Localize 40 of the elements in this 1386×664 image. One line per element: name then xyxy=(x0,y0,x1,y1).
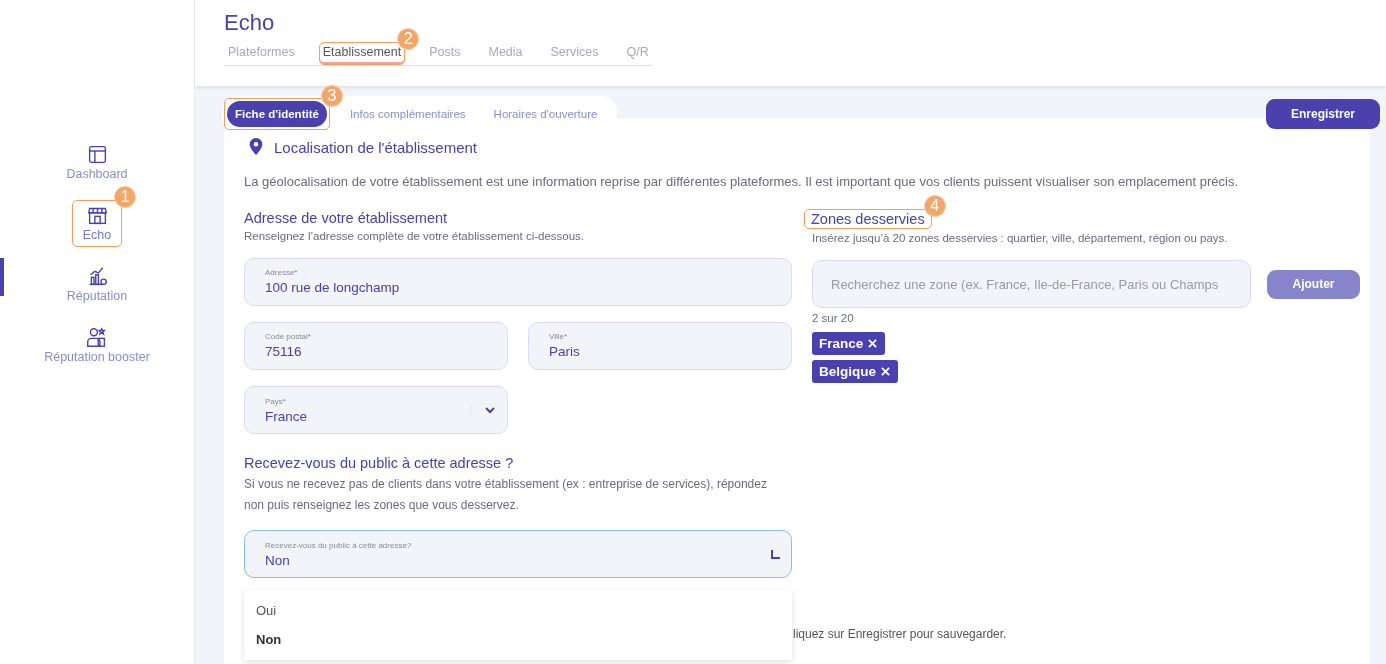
input-field[interactable]: Code postal* 75116 xyxy=(244,322,508,370)
zones-subtitle: Insérez jusqu’à 20 zones desservies : quartier, ville, département, région ou pays. xyxy=(812,232,1229,244)
zone-chip: Belgique xyxy=(812,360,898,383)
address-heading: Adresse de votre établissement xyxy=(244,209,449,227)
answer-select[interactable]: Recevez-vous du public à cette adresse? Non xyxy=(244,530,792,578)
sub-tab[interactable]: Fiche d'identité xyxy=(227,101,327,127)
zone-chip: France xyxy=(812,332,886,355)
close-icon[interactable] xyxy=(868,339,878,348)
sub-tab[interactable]: Infos complémentaires xyxy=(341,101,474,127)
tab[interactable]: Q/R xyxy=(622,42,653,65)
country-select[interactable]: Pays* France xyxy=(244,386,508,434)
zone-count: 2 sur 20 xyxy=(812,312,855,324)
page-title: Echo xyxy=(224,10,276,36)
tab[interactable]: Services xyxy=(546,42,603,65)
close-icon[interactable] xyxy=(881,367,890,376)
sidebar-item[interactable]: Réputation xyxy=(55,261,139,308)
address-subtitle: Renseignez l’adresse complète de votre établissement ci-dessous. xyxy=(244,230,586,242)
section-description: La géolocalisation de votre établissement est une information reprise par différentes plateformes. Il est important que vos clients puissent visualiser son emplacement précis. xyxy=(244,174,1240,189)
save-button[interactable]: Enregistrer xyxy=(1266,99,1380,129)
dropdown-option[interactable]: Non xyxy=(244,625,792,654)
chevron-down-icon xyxy=(470,403,497,417)
input-field[interactable]: Ville* Paris xyxy=(528,322,792,370)
question-description: Si vous ne recevez pas de clients dans votre établissement (ex : entreprise de services), répondez non puis renseignez les zones que vous desservez. xyxy=(244,476,768,514)
section-title: Localisation de l'établissement xyxy=(274,138,477,156)
caret-up-icon xyxy=(771,549,781,559)
tab[interactable]: Media xyxy=(484,42,527,65)
input-field[interactable]: Adresse* 100 rue de longchamp xyxy=(244,258,792,306)
question-heading: Recevez-vous du public à cette adresse ? xyxy=(244,454,515,472)
location-pin-icon xyxy=(248,138,264,156)
google-description: liquez sur Enregistrer pour sauvegarder. xyxy=(793,627,1007,641)
sidebar-item[interactable]: Dashboard xyxy=(55,139,139,186)
sidebar-item[interactable]: Réputation booster xyxy=(33,322,161,369)
person-icon xyxy=(86,327,108,348)
dropdown-option[interactable]: Oui xyxy=(244,596,792,625)
sub-tab[interactable]: Horaires d'ouverture xyxy=(485,101,606,127)
tab[interactable]: Posts xyxy=(425,42,465,65)
tab[interactable]: Plateformes xyxy=(224,42,299,65)
storefront-icon xyxy=(86,205,108,226)
zone-search-field[interactable]: Recherchez une zone (ex. France, Ile-de-France, Paris ou Champs xyxy=(812,260,1251,308)
dashboard-icon xyxy=(86,144,108,165)
